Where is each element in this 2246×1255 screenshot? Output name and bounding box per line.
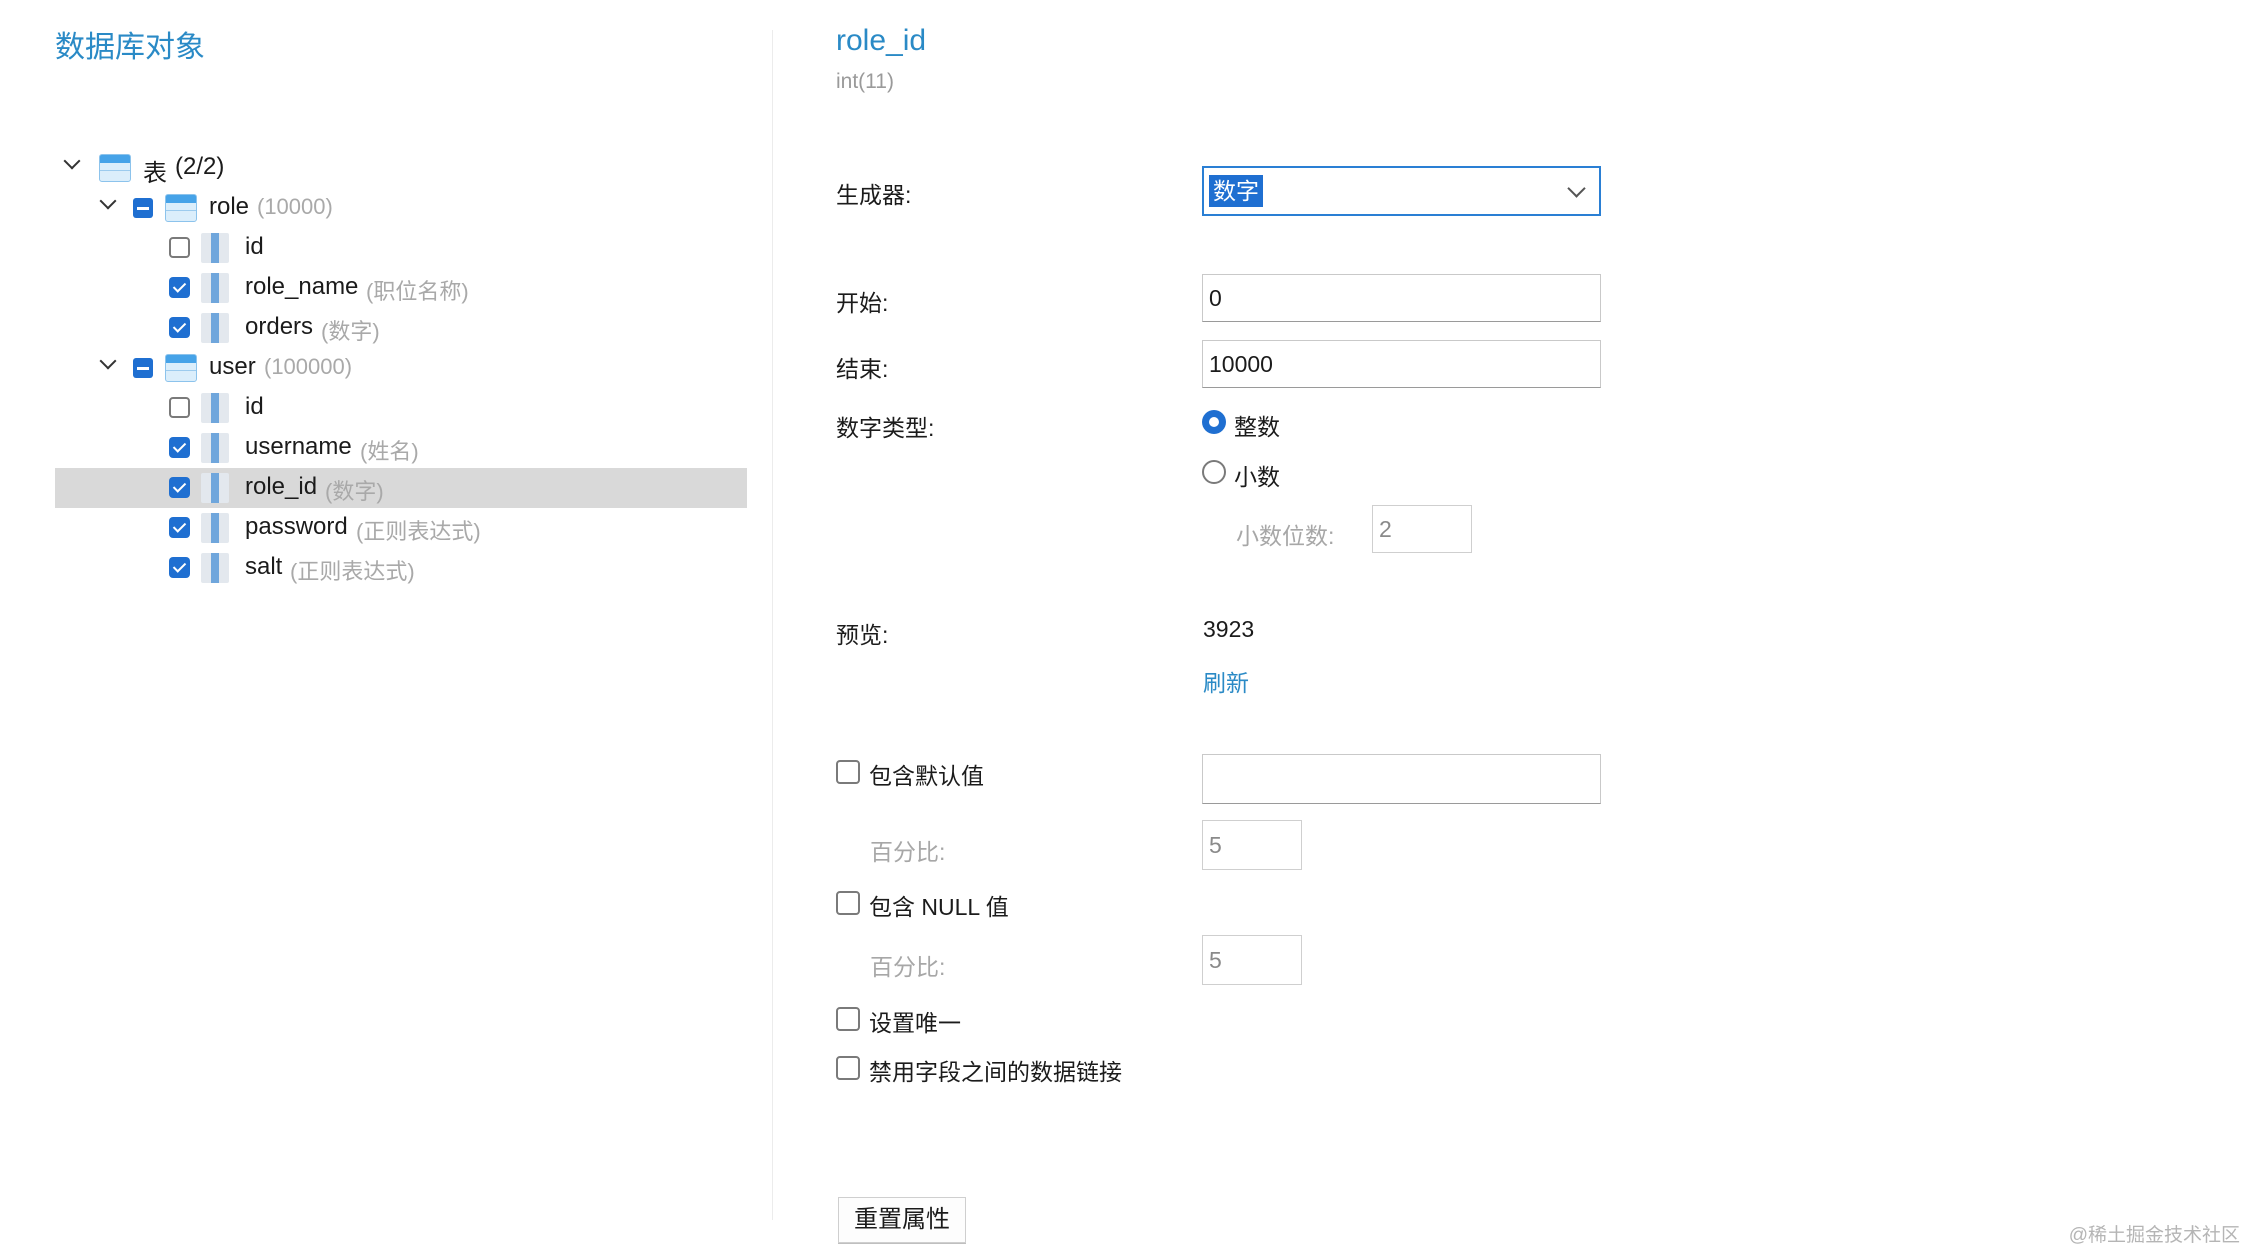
column-checkbox[interactable] bbox=[169, 397, 190, 418]
column-name: id bbox=[245, 233, 264, 260]
chevron-down-icon[interactable] bbox=[101, 357, 115, 371]
disable-link-checkbox[interactable] bbox=[836, 1056, 860, 1080]
start-input[interactable]: 0 bbox=[1202, 274, 1601, 322]
tree-table-role[interactable]: role (10000) bbox=[55, 188, 747, 228]
chevron-down-icon[interactable] bbox=[101, 197, 115, 211]
number-type-label: 数字类型: bbox=[836, 415, 935, 441]
default-value-input[interactable] bbox=[1202, 754, 1601, 804]
field-title: role_id bbox=[836, 24, 927, 57]
refresh-link[interactable]: 刷新 bbox=[1203, 664, 1249, 698]
decimal-places-label: 小数位数: bbox=[1236, 523, 1335, 549]
tree-column-id[interactable]: id bbox=[55, 388, 747, 428]
tree-column-role_name[interactable]: role_name (职位名称) bbox=[55, 268, 747, 308]
include-null-label[interactable]: 包含 NULL 值 bbox=[869, 888, 1009, 922]
decimal-radio[interactable] bbox=[1202, 460, 1226, 484]
tree-root-tables[interactable]: 表 (2/2) bbox=[55, 148, 747, 188]
column-generator: (数字) bbox=[325, 479, 384, 504]
preview-value: 3923 bbox=[1203, 616, 1255, 642]
column-checkbox[interactable] bbox=[169, 437, 190, 458]
partial-checkbox[interactable] bbox=[133, 198, 153, 218]
column-icon bbox=[201, 313, 229, 343]
column-name: salt bbox=[245, 553, 283, 580]
partial-checkbox[interactable] bbox=[133, 358, 153, 378]
column-name: password bbox=[245, 513, 348, 540]
column-checkbox[interactable] bbox=[169, 557, 190, 578]
table-group-icon bbox=[99, 154, 131, 182]
integer-radio-label[interactable]: 整数 bbox=[1234, 408, 1280, 442]
end-input[interactable]: 10000 bbox=[1202, 340, 1601, 388]
column-checkbox[interactable] bbox=[169, 237, 190, 258]
generator-label: 生成器: bbox=[836, 182, 912, 208]
table-icon bbox=[165, 194, 197, 222]
tree-column-password[interactable]: password (正则表达式) bbox=[55, 508, 747, 548]
column-checkbox[interactable] bbox=[169, 317, 190, 338]
column-icon bbox=[201, 553, 229, 583]
column-generator: (正则表达式) bbox=[356, 519, 481, 544]
table-row-count: (10000) bbox=[257, 194, 333, 219]
tree-column-id[interactable]: id bbox=[55, 228, 747, 268]
panel-title: 数据库对象 bbox=[55, 31, 205, 64]
end-label: 结束: bbox=[836, 356, 889, 382]
table-row-count: (100000) bbox=[264, 354, 353, 379]
disable-link-label[interactable]: 禁用字段之间的数据链接 bbox=[869, 1053, 1122, 1087]
start-label: 开始: bbox=[836, 290, 889, 316]
unique-checkbox[interactable] bbox=[836, 1007, 860, 1031]
table-name: role bbox=[209, 193, 250, 220]
column-icon bbox=[201, 513, 229, 543]
include-default-checkbox[interactable] bbox=[836, 760, 860, 784]
column-generator: (数字) bbox=[321, 319, 380, 344]
default-percent-label: 百分比: bbox=[870, 839, 946, 865]
column-name: id bbox=[245, 393, 264, 420]
column-checkbox[interactable] bbox=[169, 277, 190, 298]
column-icon bbox=[201, 473, 229, 503]
tree-column-salt[interactable]: salt (正则表达式) bbox=[55, 548, 747, 588]
column-name: role_name bbox=[245, 273, 359, 300]
tree-column-orders[interactable]: orders (数字) bbox=[55, 308, 747, 348]
column-generator: (职位名称) bbox=[366, 279, 469, 304]
column-checkbox[interactable] bbox=[169, 517, 190, 538]
panel-splitter[interactable] bbox=[772, 30, 773, 1220]
unique-label[interactable]: 设置唯一 bbox=[869, 1004, 961, 1038]
tree-column-role_id[interactable]: role_id (数字) bbox=[55, 468, 747, 508]
column-checkbox[interactable] bbox=[169, 477, 190, 498]
column-icon bbox=[201, 393, 229, 423]
chevron-down-icon bbox=[1567, 179, 1586, 198]
column-icon bbox=[201, 433, 229, 463]
reset-properties-button[interactable]: 重置属性 bbox=[838, 1197, 966, 1243]
tree-table-user[interactable]: user (100000) bbox=[55, 348, 747, 388]
column-name: role_id bbox=[245, 473, 318, 500]
include-null-checkbox[interactable] bbox=[836, 891, 860, 915]
generator-select[interactable]: 数字 bbox=[1202, 166, 1601, 216]
watermark: @稀土掘金技术社区 bbox=[2068, 1225, 2240, 1246]
column-icon bbox=[201, 273, 229, 303]
tree-root-count: (2/2) bbox=[175, 153, 225, 180]
decimal-radio-label[interactable]: 小数 bbox=[1234, 458, 1280, 492]
decimal-places-input[interactable]: 2 bbox=[1372, 505, 1472, 553]
integer-radio[interactable] bbox=[1202, 410, 1226, 434]
column-icon bbox=[201, 233, 229, 263]
include-default-label[interactable]: 包含默认值 bbox=[869, 757, 984, 791]
table-name: user bbox=[209, 353, 256, 380]
tree-root-label: 表 bbox=[143, 160, 167, 187]
table-icon bbox=[165, 354, 197, 382]
column-generator: (姓名) bbox=[360, 439, 419, 464]
default-percent-input[interactable]: 5 bbox=[1202, 820, 1302, 870]
field-type: int(11) bbox=[836, 70, 894, 93]
column-name: username bbox=[245, 433, 352, 460]
column-generator: (正则表达式) bbox=[290, 559, 415, 584]
null-percent-label: 百分比: bbox=[870, 954, 946, 980]
chevron-down-icon[interactable] bbox=[65, 157, 79, 171]
generator-selected-value: 数字 bbox=[1209, 175, 1263, 207]
preview-label: 预览: bbox=[836, 622, 889, 648]
null-percent-input[interactable]: 5 bbox=[1202, 935, 1302, 985]
tree-column-username[interactable]: username (姓名) bbox=[55, 428, 747, 468]
column-name: orders bbox=[245, 313, 314, 340]
